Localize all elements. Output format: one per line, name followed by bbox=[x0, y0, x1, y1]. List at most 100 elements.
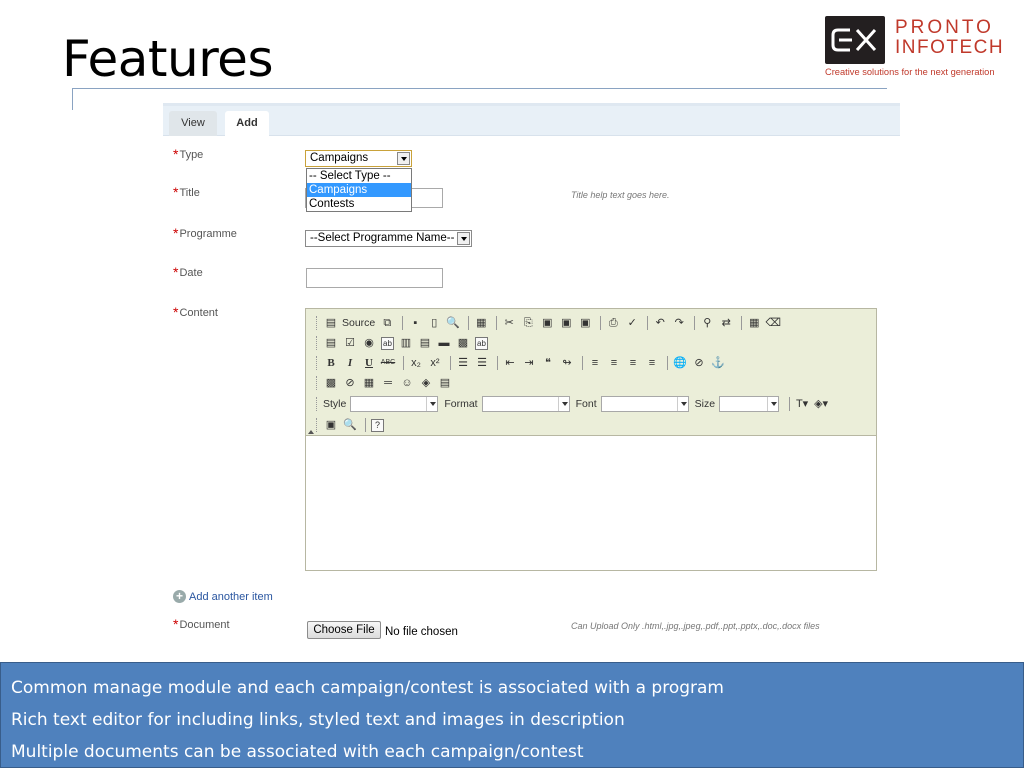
blockquote-icon[interactable]: ❝ bbox=[540, 355, 556, 371]
dropdown-arrow-icon[interactable] bbox=[557, 397, 569, 411]
align-right-icon[interactable]: ≡ bbox=[625, 355, 641, 371]
flash-icon[interactable]: ⊘ bbox=[342, 375, 358, 391]
cut-icon[interactable]: ✂ bbox=[501, 315, 517, 331]
checkbox-icon[interactable]: ☑ bbox=[342, 335, 358, 351]
show-blocks-icon[interactable]: 🔍 bbox=[342, 417, 358, 433]
page-break-icon[interactable]: ▤ bbox=[437, 375, 453, 391]
toolbar-row-1: ▤ Source ⧉ ▪ ▯ 🔍 ▦ ✂ ⎘ ▣ ▣ ▣ ⎙ ✓ ↶ ↷ ⚲ ⇄… bbox=[316, 313, 784, 333]
toolbar-row-5: Style Format Font Size T▾ ◈▾ bbox=[316, 394, 832, 414]
type-select-value: Campaigns bbox=[310, 152, 369, 164]
textarea-icon[interactable]: ▥ bbox=[398, 335, 414, 351]
remove-format-icon[interactable]: ⌫ bbox=[765, 315, 782, 331]
feature-bullets-box: Common manage module and each campaign/c… bbox=[0, 662, 1024, 768]
bullet-item: Common manage module and each campaign/c… bbox=[11, 678, 724, 698]
text-color-icon[interactable]: T▾ bbox=[794, 396, 810, 412]
add-another-item-link[interactable]: + Add another item bbox=[173, 590, 273, 603]
dropdown-arrow-icon[interactable] bbox=[457, 232, 470, 245]
type-dropdown-list: -- Select Type -- Campaigns Contests bbox=[306, 168, 412, 212]
dropdown-arrow-icon[interactable] bbox=[767, 397, 779, 411]
source-icon[interactable]: ▤ bbox=[323, 315, 339, 331]
preview-icon[interactable]: 🔍 bbox=[445, 315, 461, 331]
dropdown-arrow-icon[interactable] bbox=[676, 397, 688, 411]
programme-select[interactable]: --Select Programme Name-- bbox=[305, 230, 472, 247]
bold-icon[interactable]: B bbox=[323, 355, 339, 371]
type-option-campaigns[interactable]: Campaigns bbox=[307, 183, 411, 197]
align-left-icon[interactable]: ≡ bbox=[587, 355, 603, 371]
tab-view[interactable]: View bbox=[169, 111, 217, 136]
rich-text-editor: ▤ Source ⧉ ▪ ▯ 🔍 ▦ ✂ ⎘ ▣ ▣ ▣ ⎙ ✓ ↶ ↷ ⚲ ⇄… bbox=[305, 308, 877, 571]
numbered-list-icon[interactable]: ☰ bbox=[455, 355, 471, 371]
font-combo[interactable] bbox=[600, 396, 689, 412]
plus-icon: + bbox=[173, 590, 186, 603]
tab-bar: View Add bbox=[163, 106, 900, 136]
underline-icon[interactable]: U bbox=[361, 355, 377, 371]
superscript-icon[interactable]: x² bbox=[427, 355, 443, 371]
paste-word-icon[interactable]: ▣ bbox=[577, 315, 593, 331]
choose-file-button[interactable]: Choose File bbox=[307, 621, 381, 639]
indent-icon[interactable]: ⇥ bbox=[521, 355, 537, 371]
print-icon[interactable]: ⎙ bbox=[605, 315, 621, 331]
size-label: Size bbox=[694, 398, 716, 410]
paste-icon[interactable]: ▣ bbox=[539, 315, 555, 331]
find-icon[interactable]: ⚲ bbox=[699, 315, 715, 331]
logo-name-line1: PRONTO bbox=[895, 17, 994, 38]
table-icon[interactable]: ▦ bbox=[361, 375, 377, 391]
help-icon[interactable]: ? bbox=[371, 418, 384, 432]
logo-tagline: Creative solutions for the next generati… bbox=[825, 67, 995, 77]
editor-content-area[interactable] bbox=[306, 437, 876, 570]
type-option-select[interactable]: -- Select Type -- bbox=[307, 169, 411, 183]
spellcheck-icon[interactable]: ✓ bbox=[624, 315, 640, 331]
undo-icon[interactable]: ↶ bbox=[652, 315, 668, 331]
italic-icon[interactable]: I bbox=[342, 355, 358, 371]
anchor-icon[interactable]: ⚓ bbox=[710, 355, 726, 371]
select-field-icon[interactable]: ▤ bbox=[417, 335, 433, 351]
hidden-field-icon[interactable]: ab bbox=[475, 336, 488, 350]
collapse-toolbar-icon[interactable] bbox=[308, 430, 314, 434]
new-page-icon[interactable]: ▯ bbox=[426, 315, 442, 331]
type-label: *Type bbox=[173, 146, 204, 162]
bullet-item: Rich text editor for including links, st… bbox=[11, 710, 625, 730]
source-button-label[interactable]: Source bbox=[342, 317, 375, 329]
dropdown-arrow-icon[interactable] bbox=[397, 152, 410, 165]
logo-name-line2: INFOTECH bbox=[895, 37, 1005, 58]
toolbar-row-2: ▤ ☑ ◉ ab ▥ ▤ ▬ ▩ ab bbox=[316, 333, 492, 353]
copy-icon[interactable]: ⎘ bbox=[520, 315, 536, 331]
form-icon[interactable]: ▤ bbox=[323, 335, 339, 351]
justify-icon[interactable]: ≡ bbox=[644, 355, 660, 371]
subscript-icon[interactable]: x₂ bbox=[408, 355, 424, 371]
format-combo[interactable] bbox=[481, 396, 570, 412]
radio-icon[interactable]: ◉ bbox=[361, 335, 377, 351]
dropdown-arrow-icon[interactable] bbox=[426, 397, 438, 411]
title-divider-tick bbox=[72, 88, 73, 110]
special-char-icon[interactable]: ◈ bbox=[418, 375, 434, 391]
background-color-icon[interactable]: ◈▾ bbox=[813, 396, 829, 412]
style-combo[interactable] bbox=[350, 396, 439, 412]
smiley-icon[interactable]: ☺ bbox=[399, 375, 415, 391]
strikethrough-icon[interactable]: ABC bbox=[380, 355, 396, 371]
align-center-icon[interactable]: ≡ bbox=[606, 355, 622, 371]
tab-add[interactable]: Add bbox=[225, 111, 269, 136]
date-input[interactable] bbox=[306, 268, 443, 288]
textfield-icon[interactable]: ab bbox=[381, 336, 394, 350]
save-icon[interactable]: ▪ bbox=[407, 315, 423, 331]
div-container-icon[interactable]: ↬ bbox=[559, 355, 575, 371]
button-field-icon[interactable]: ▬ bbox=[436, 335, 452, 351]
paste-text-icon[interactable]: ▣ bbox=[558, 315, 574, 331]
outdent-icon[interactable]: ⇤ bbox=[502, 355, 518, 371]
templates-icon[interactable]: ▦ bbox=[473, 315, 489, 331]
horizontal-rule-icon[interactable]: ═ bbox=[380, 375, 396, 391]
type-option-contests[interactable]: Contests bbox=[307, 197, 411, 211]
unlink-icon[interactable]: ⊘ bbox=[691, 355, 707, 371]
bulleted-list-icon[interactable]: ☰ bbox=[474, 355, 490, 371]
style-label: Style bbox=[323, 398, 347, 410]
select-all-icon[interactable]: ▦ bbox=[746, 315, 762, 331]
image-icon[interactable]: ▩ bbox=[323, 375, 339, 391]
size-combo[interactable] bbox=[719, 396, 780, 412]
type-select[interactable]: Campaigns bbox=[305, 150, 412, 167]
save-draft-icon[interactable]: ⧉ bbox=[379, 315, 395, 331]
image-button-icon[interactable]: ▩ bbox=[455, 335, 471, 351]
link-icon[interactable]: 🌐 bbox=[672, 355, 688, 371]
redo-icon[interactable]: ↷ bbox=[671, 315, 687, 331]
replace-icon[interactable]: ⇄ bbox=[718, 315, 734, 331]
maximize-icon[interactable]: ▣ bbox=[323, 417, 339, 433]
